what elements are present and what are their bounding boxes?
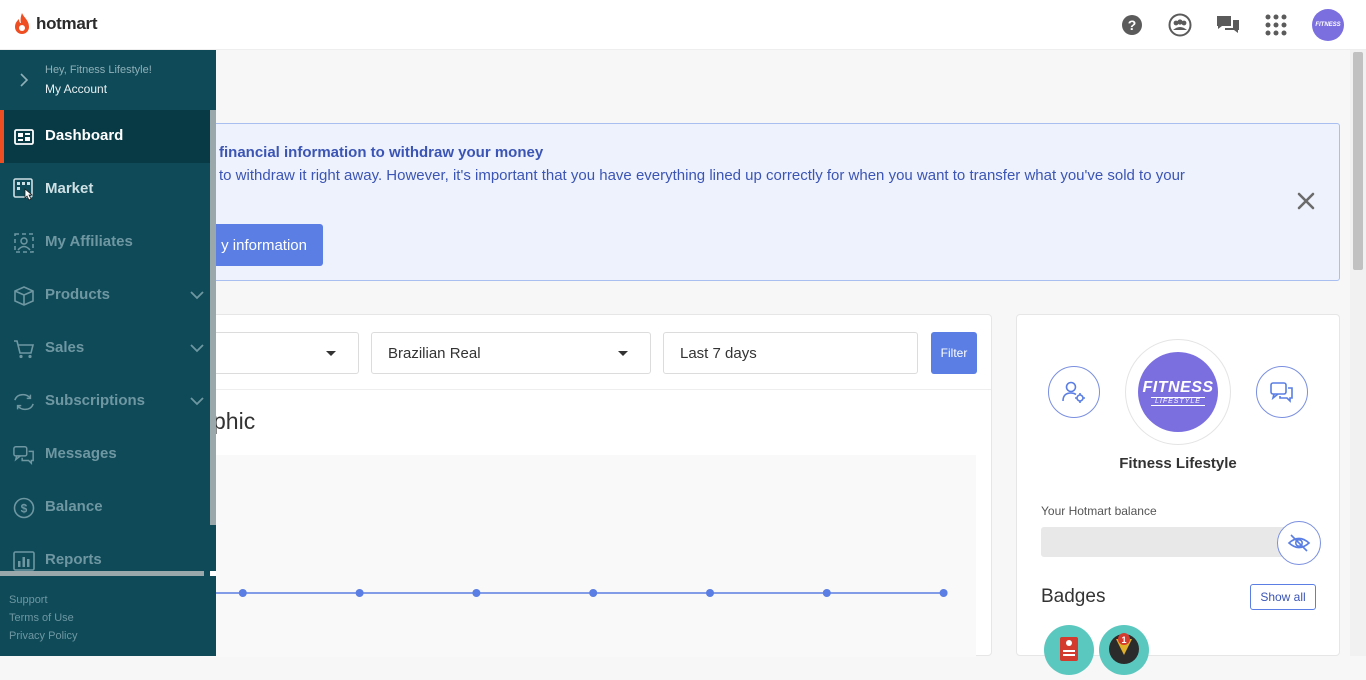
subscriptions-icon xyxy=(13,391,35,413)
sidebar-horizontal-scrollbar[interactable] xyxy=(0,571,204,576)
toggle-balance-button[interactable] xyxy=(1277,521,1321,565)
my-account-link[interactable]: Hey, Fitness Lifestyle! My Account xyxy=(0,50,216,110)
support-link[interactable]: Support xyxy=(9,591,77,609)
community-icon[interactable] xyxy=(1168,13,1192,37)
data-point-6[interactable] xyxy=(706,589,714,597)
products-icon xyxy=(13,285,35,307)
hidden-balance-value xyxy=(1041,527,1291,557)
sales-chart xyxy=(201,455,976,657)
market-icon xyxy=(13,178,35,201)
svg-text:$: $ xyxy=(21,502,28,516)
sidebar-item-messages[interactable]: Messages xyxy=(0,428,216,481)
badge-icon[interactable]: 1 xyxy=(1099,625,1149,675)
close-icon[interactable] xyxy=(1295,190,1317,212)
sidebar-scrollbar-end xyxy=(210,571,216,576)
user-settings-icon xyxy=(1062,381,1085,403)
chevron-right-icon xyxy=(20,73,29,87)
graph-title: phic xyxy=(213,408,256,434)
currency-select[interactable]: Brazilian Real xyxy=(371,332,651,374)
svg-text:?: ? xyxy=(1128,17,1137,33)
balance-icon: $ xyxy=(13,497,35,519)
svg-text:1: 1 xyxy=(1121,635,1126,645)
dashboard-icon xyxy=(13,126,35,148)
sidebar-item-subscriptions[interactable]: Subscriptions xyxy=(0,375,216,428)
sidebar-footer: Support Terms of Use Privacy Policy xyxy=(9,591,77,645)
profile-card: FITNESS LIFESTYLE Fitness Lifestyle Your… xyxy=(1016,314,1340,675)
account-greeting: Hey, Fitness Lifestyle! xyxy=(45,64,152,76)
messages-icon xyxy=(13,444,35,466)
chat-icon[interactable] xyxy=(1216,13,1240,37)
sidebar-nav: Dashboard Market My Affiliates Products … xyxy=(0,110,216,587)
terms-of-use-link[interactable]: Terms of Use xyxy=(9,609,77,627)
sidebar-item-my-affiliates[interactable]: My Affiliates xyxy=(0,216,216,269)
data-point-8[interactable] xyxy=(939,589,948,597)
data-point-3[interactable] xyxy=(355,589,364,597)
reports-icon xyxy=(13,550,35,572)
user-settings-button[interactable] xyxy=(1048,366,1100,418)
badge-icon[interactable] xyxy=(1044,625,1094,675)
data-point-2[interactable] xyxy=(238,589,247,597)
badges-title: Badges xyxy=(1041,586,1106,607)
data-point-5[interactable] xyxy=(589,589,598,597)
data-point-7[interactable] xyxy=(822,589,831,597)
eye-off-icon xyxy=(1287,534,1311,552)
alert-text: to withdraw it right away. However, it's… xyxy=(219,167,1185,184)
profile-name: Fitness Lifestyle xyxy=(1119,455,1237,472)
data-point-4[interactable] xyxy=(472,589,481,597)
balance-label: Your Hotmart balance xyxy=(1041,504,1157,518)
caret-down-icon xyxy=(326,351,336,356)
sidebar: Hey, Fitness Lifestyle! My Account Dashb… xyxy=(0,50,216,656)
account-label: My Account xyxy=(45,82,108,96)
update-information-button[interactable]: y information xyxy=(203,224,323,266)
sidebar-item-balance[interactable]: $ Balance xyxy=(0,481,216,534)
sidebar-item-market[interactable]: Market xyxy=(0,163,216,216)
chat-bubbles-icon xyxy=(1270,382,1293,403)
profile-avatar-ring: FITNESS LIFESTYLE xyxy=(1125,339,1231,445)
cart-icon xyxy=(13,338,35,360)
caret-down-icon xyxy=(618,351,628,356)
user-avatar[interactable]: FITNESS xyxy=(1312,9,1344,41)
sidebar-item-dashboard[interactable]: Dashboard xyxy=(0,110,216,163)
hotmart-logo[interactable]: hotmart xyxy=(12,12,97,36)
divider xyxy=(181,389,991,390)
sales-line-chart xyxy=(201,589,948,597)
sidebar-item-sales[interactable]: Sales xyxy=(0,322,216,375)
period-input[interactable]: Last 7 days xyxy=(663,332,918,374)
top-bar: hotmart ? FITNESS xyxy=(0,0,1366,50)
sales-graph-card: Brazilian Real Last 7 days Filter phic xyxy=(171,314,992,657)
financial-info-alert: financial information to withdraw your m… xyxy=(180,123,1340,281)
alert-title: financial information to withdraw your m… xyxy=(219,144,544,161)
filter-button[interactable]: Filter xyxy=(931,332,977,374)
sidebar-scrollbar[interactable] xyxy=(210,110,216,525)
flame-icon xyxy=(15,13,29,34)
sidebar-item-products[interactable]: Products xyxy=(0,269,216,322)
chevron-down-icon xyxy=(190,291,204,300)
privacy-policy-link[interactable]: Privacy Policy xyxy=(9,627,77,645)
chevron-down-icon xyxy=(190,344,204,353)
help-icon[interactable]: ? xyxy=(1120,13,1144,37)
chevron-down-icon xyxy=(190,397,204,406)
apps-grid-icon[interactable] xyxy=(1264,13,1288,37)
messages-button[interactable] xyxy=(1256,366,1308,418)
brand-name: hotmart xyxy=(36,14,98,33)
show-all-badges-button[interactable]: Show all xyxy=(1250,584,1316,610)
affiliates-icon xyxy=(13,232,35,254)
page-scrollbar-thumb[interactable] xyxy=(1353,52,1363,270)
sidebar-item-reports[interactable]: Reports xyxy=(0,534,216,587)
profile-avatar[interactable]: FITNESS LIFESTYLE xyxy=(1138,352,1218,432)
